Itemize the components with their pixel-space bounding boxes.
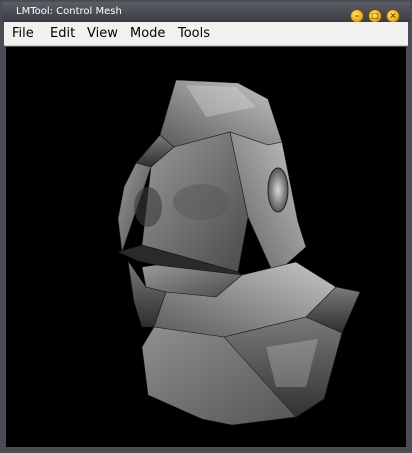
control-mesh-render <box>117 79 361 426</box>
menu-file[interactable]: File <box>12 26 34 41</box>
menu-tools[interactable]: Tools <box>178 26 210 41</box>
maximize-button[interactable]: □ <box>368 9 382 23</box>
minimize-icon: – <box>355 11 359 20</box>
menu-view[interactable]: View <box>87 26 118 41</box>
menu-edit[interactable]: Edit <box>50 26 75 41</box>
3d-viewport[interactable] <box>6 47 406 447</box>
menu-bar: File Edit View Mode Tools <box>4 22 408 46</box>
maximize-icon: □ <box>371 11 379 20</box>
minimize-button[interactable]: – <box>350 9 364 23</box>
close-button[interactable]: × <box>386 9 400 23</box>
application-window: LMTool: Control Mesh – □ × File Edit Vie… <box>0 0 412 453</box>
title-bar[interactable]: LMTool: Control Mesh – □ × <box>2 2 410 23</box>
menu-mode[interactable]: Mode <box>130 26 165 41</box>
window-title: LMTool: Control Mesh <box>16 6 122 17</box>
close-icon: × <box>389 11 397 20</box>
